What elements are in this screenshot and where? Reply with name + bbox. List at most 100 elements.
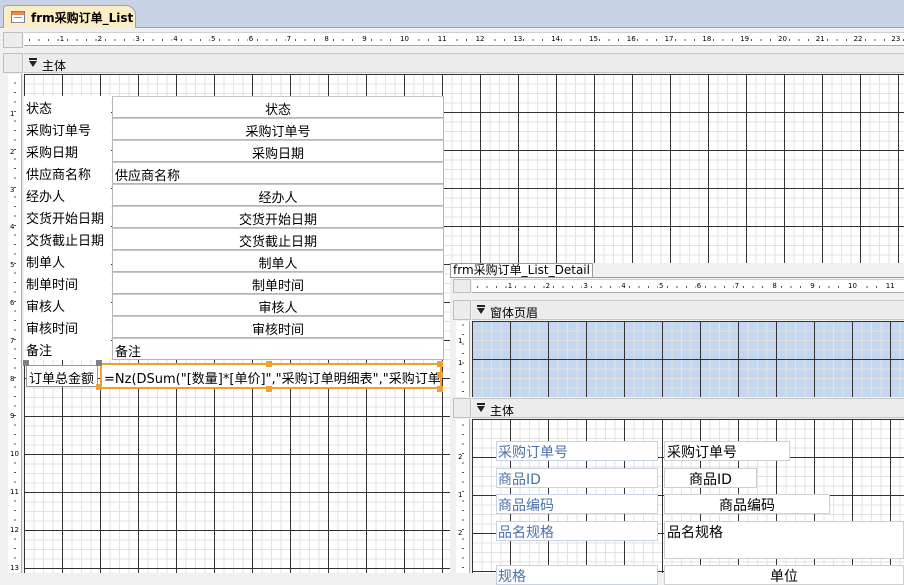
resize-handle[interactable] [437, 361, 443, 367]
subform-detail-selector[interactable] [453, 398, 471, 418]
horizontal-ruler[interactable]: 1 2 3 4 5 6 7 8 9 10 11 12 13 14 15 16 17 18 19 20 21 22 23 [24, 32, 904, 46]
total-amount-label[interactable]: 订单总金额 [26, 365, 98, 387]
subform-horizontal-ruler[interactable]: 1 2 3 4 5 6 7 8 9 10 11 [472, 279, 904, 293]
resize-handle[interactable] [266, 386, 272, 392]
ruler-number: 2 [458, 453, 463, 461]
subform-vertical-ruler[interactable]: 11 [456, 321, 470, 397]
ruler-number: 8 [771, 280, 778, 292]
field-textbox[interactable]: 供应商名称 [112, 162, 444, 184]
detail-section-bar[interactable]: 主体 [24, 53, 904, 73]
subform-field-label[interactable]: 品名规格 [496, 521, 658, 541]
field-label[interactable]: 状态 [24, 96, 111, 118]
total-amount-control: 订单总金额 =Nz(DSum("[数量]*[单价]","采购订单明细表","采购… [26, 363, 444, 389]
subform-field-textbox[interactable]: 商品编码 [664, 494, 830, 514]
control-row: 经办人 经办人 [24, 184, 444, 206]
vertical-ruler[interactable]: 1 2 3 4 5 6 7 8 9 10 11 12 13 [8, 74, 22, 573]
section-arrow-icon [477, 403, 485, 412]
document-tab-title: frm采购订单_List [31, 11, 134, 25]
ruler-number: 1 [458, 490, 463, 499]
subform-title[interactable]: frm采购订单_List_Detail [450, 263, 593, 278]
field-textbox[interactable]: 状态 [112, 96, 444, 118]
field-textbox[interactable]: 采购日期 [112, 140, 444, 162]
control-row: 交货开始日期 交货开始日期 [24, 206, 444, 228]
subform-header-title: 窗体页眉 [490, 306, 539, 320]
subform-field-textbox[interactable]: 单位 [664, 565, 904, 585]
field-label[interactable]: 经办人 [24, 184, 111, 206]
resize-handle[interactable] [96, 384, 102, 390]
subform-detail-title: 主体 [490, 404, 515, 418]
subform-detail-section-bar[interactable]: 主体 [472, 398, 904, 418]
ruler-number: 3 [10, 185, 15, 194]
field-label[interactable]: 制单时间 [24, 272, 111, 294]
field-label[interactable]: 采购日期 [24, 140, 111, 162]
control-row: 交货截止日期 交货截止日期 [24, 228, 444, 250]
resize-handle[interactable] [266, 361, 272, 367]
subform-field-textbox[interactable]: 品名规格 [664, 521, 904, 559]
control-row: 备注 备注 [24, 338, 444, 360]
ruler-number: 6 [695, 280, 703, 292]
subform-header-section-bar[interactable]: 窗体页眉 [472, 300, 904, 320]
ruler-number: 14 [550, 33, 562, 45]
ruler-number: 7 [10, 336, 15, 345]
resize-handle[interactable] [437, 372, 443, 378]
field-textbox[interactable]: 审核人 [112, 294, 444, 316]
form-icon [11, 11, 25, 23]
field-textbox[interactable]: 经办人 [112, 184, 444, 206]
ruler-number: 1 [58, 33, 66, 45]
field-label[interactable]: 审核时间 [24, 316, 111, 338]
subform-field-label[interactable]: 商品编码 [496, 494, 658, 514]
ruler-number: 7 [733, 280, 741, 292]
ruler-number: 3 [134, 33, 141, 45]
field-label[interactable]: 备注 [24, 338, 111, 360]
document-tab[interactable]: frm采购订单_List [3, 5, 136, 28]
field-textbox[interactable]: 备注 [112, 338, 444, 360]
field-textbox[interactable]: 采购订单号 [112, 118, 444, 140]
field-label[interactable]: 制单人 [24, 250, 111, 272]
detail-section-title: 主体 [42, 59, 67, 73]
subform-vertical-ruler[interactable]: 2 1 2 [456, 419, 470, 573]
ruler-number: 5 [210, 33, 217, 45]
ruler-number: 13 [10, 563, 19, 572]
subform-header-selector[interactable] [453, 300, 471, 320]
ruler-number: 10 [10, 450, 19, 459]
subform-field-label[interactable]: 规格 [496, 565, 658, 585]
ruler-number: 22 [852, 33, 864, 45]
field-textbox[interactable]: 制单人 [112, 250, 444, 272]
ruler-number: 12 [474, 33, 486, 45]
field-label[interactable]: 供应商名称 [24, 162, 111, 184]
move-handle[interactable] [23, 360, 29, 366]
ruler-number: 2 [544, 280, 552, 292]
ruler-corner[interactable] [3, 32, 23, 48]
field-textbox[interactable]: 审核时间 [112, 316, 444, 338]
subform-header-grid[interactable] [472, 321, 904, 397]
field-textbox[interactable]: 交货开始日期 [112, 206, 444, 228]
resize-handle[interactable] [437, 386, 443, 392]
ruler-number: 8 [10, 374, 15, 383]
field-textbox[interactable]: 制单时间 [112, 272, 444, 294]
field-label[interactable]: 交货截止日期 [24, 228, 111, 250]
subform-field-textbox[interactable]: 商品ID [664, 468, 757, 488]
main-controls: 状态 状态 采购订单号 采购订单号 采购日期 采购日期 供应商名称 供应商名称 … [24, 96, 444, 360]
field-label[interactable]: 交货开始日期 [24, 206, 111, 228]
subform-field-label[interactable]: 商品ID [496, 468, 658, 488]
ruler-number: 23 [890, 33, 902, 45]
subform-field-textbox[interactable]: 采购订单号 [664, 441, 790, 461]
field-label[interactable]: 审核人 [24, 294, 111, 316]
document-tab-strip: frm采购订单_List [0, 0, 904, 28]
ruler-number: 4 [10, 223, 15, 232]
ruler-number: 7 [285, 33, 293, 45]
field-textbox[interactable]: 交货截止日期 [112, 228, 444, 250]
ruler-number: 1 [506, 280, 514, 292]
field-label[interactable]: 采购订单号 [24, 118, 111, 140]
subform-field-label[interactable]: 采购订单号 [496, 441, 658, 461]
section-selector[interactable] [3, 53, 23, 73]
ruler-number: 1 [458, 359, 463, 367]
ruler-number: 5 [658, 280, 665, 292]
ruler-number: 21 [814, 33, 826, 45]
control-row: 制单人 制单人 [24, 250, 444, 272]
subform-ruler-corner[interactable] [453, 279, 471, 293]
ruler-number: 20 [777, 33, 788, 45]
ruler-number: 13 [512, 33, 524, 45]
move-handle[interactable] [96, 360, 102, 366]
ruler-number: 2 [96, 33, 104, 45]
